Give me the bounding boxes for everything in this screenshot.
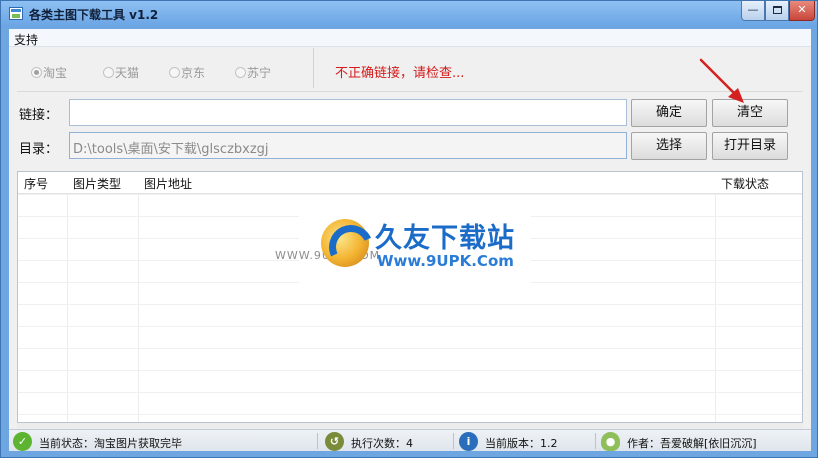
app-window: 各类主图下载工具 v1.2 — ✕ 支持 淘宝 天猫 京东 苏宁 不正确链接，请… [0, 0, 818, 458]
group-divider [313, 48, 314, 88]
radio-label: 苏宁 [247, 66, 272, 80]
open-directory-button[interactable]: 打开目录 [712, 132, 788, 160]
row-divider [18, 194, 802, 195]
column-divider [715, 172, 716, 422]
minimize-button[interactable]: — [741, 1, 765, 21]
app-icon [9, 7, 23, 20]
link-input[interactable] [69, 99, 627, 126]
menu-item-support[interactable]: 支持 [14, 31, 38, 48]
watermark-logo-icon [321, 219, 369, 267]
close-button[interactable]: ✕ [789, 1, 815, 21]
status-divider [453, 433, 454, 449]
row-divider [18, 348, 802, 349]
radio-checked-icon [31, 67, 42, 78]
column-header-index[interactable]: 序号 [24, 175, 48, 192]
row-divider [18, 392, 802, 393]
radio-tmall[interactable]: 天猫 [103, 64, 139, 81]
window-title: 各类主图下载工具 v1.2 [29, 8, 159, 22]
radio-unchecked-icon [235, 67, 246, 78]
status-runs-text: 执行次数：4 [351, 437, 413, 450]
table-header: 序号 图片类型 图片地址 下载状态 [18, 172, 802, 194]
directory-label: 目录： [19, 142, 59, 157]
user-icon: ● [601, 432, 620, 451]
column-header-download-status[interactable]: 下载状态 [721, 175, 769, 192]
status-author: ● 作者：吾爱破解[依旧沉沉] [601, 432, 801, 451]
radio-label: 淘宝 [43, 66, 68, 80]
column-divider [67, 172, 68, 422]
confirm-button[interactable]: 确定 [631, 99, 707, 127]
status-current-text: 当前状态：淘宝图片获取完毕 [39, 437, 182, 450]
status-version-text: 当前版本：1.2 [485, 437, 558, 450]
maximize-button[interactable] [765, 1, 789, 21]
error-message: 不正确链接，请检查... [335, 66, 465, 81]
watermark-title: 久友下载站 [375, 223, 515, 254]
column-divider [138, 172, 139, 422]
watermark-url: Www.9UPK.Com [377, 252, 514, 270]
row-divider [18, 304, 802, 305]
radio-jd[interactable]: 京东 [169, 64, 205, 81]
radio-unchecked-icon [103, 67, 114, 78]
row-divider [18, 414, 802, 415]
client-area: 支持 淘宝 天猫 京东 苏宁 不正确链接，请检查... 链接： 确定 清空 目录… [9, 29, 811, 451]
status-divider [317, 433, 318, 449]
column-header-image-url[interactable]: 图片地址 [144, 175, 192, 192]
row-divider [18, 326, 802, 327]
check-circle-icon: ✓ [13, 432, 32, 451]
column-header-image-type[interactable]: 图片类型 [73, 175, 121, 192]
radio-label: 京东 [181, 66, 206, 80]
status-version: i 当前版本：1.2 [459, 432, 597, 451]
link-label: 链接： [19, 108, 59, 123]
row-divider [18, 370, 802, 371]
site-watermark: WWW.9UPK.COM 久友下载站 Www.9UPK.Com [275, 204, 531, 290]
radio-suning[interactable]: 苏宁 [235, 64, 271, 81]
choose-button[interactable]: 选择 [631, 132, 707, 160]
radio-taobao[interactable]: 淘宝 [31, 64, 67, 81]
status-runs: ↺ 执行次数：4 [325, 432, 455, 451]
menu-bar: 支持 [9, 29, 811, 47]
clear-button[interactable]: 清空 [712, 99, 788, 127]
status-bar: ✓ 当前状态：淘宝图片获取完毕 ↺ 执行次数：4 i 当前版本：1.2 ● 作者… [9, 429, 811, 451]
title-bar[interactable]: 各类主图下载工具 v1.2 — ✕ [1, 1, 817, 27]
radio-label: 天猫 [115, 66, 140, 80]
directory-field[interactable]: D:\tools\桌面\安下载\glsczbxzgj [69, 132, 627, 159]
status-divider [595, 433, 596, 449]
maximize-icon [772, 6, 782, 14]
status-current: ✓ 当前状态：淘宝图片获取完毕 [13, 432, 313, 451]
status-author-text: 作者：吾爱破解[依旧沉沉] [627, 437, 757, 450]
section-divider [17, 91, 803, 92]
history-clock-icon: ↺ [325, 432, 344, 451]
info-icon: i [459, 432, 478, 451]
radio-unchecked-icon [169, 67, 180, 78]
